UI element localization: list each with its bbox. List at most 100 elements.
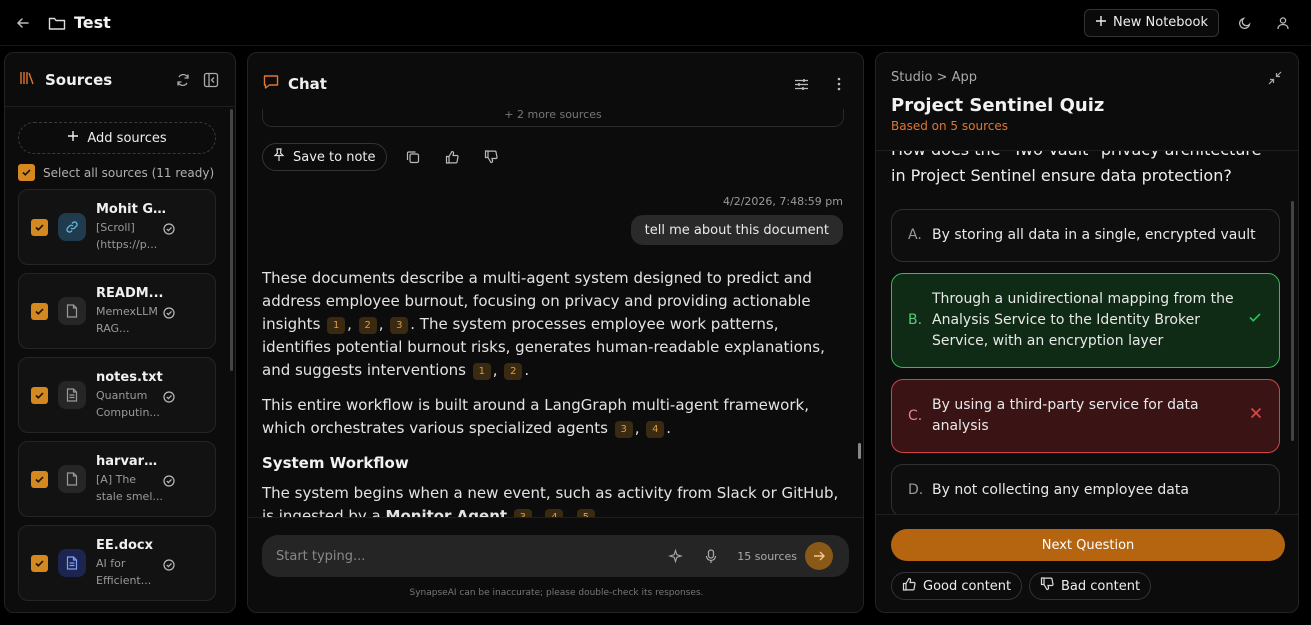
answer-paragraph: This entire workflow is built around a L…	[262, 396, 809, 438]
composer-area: 15 sources SynapseAI can be inaccurate; …	[248, 517, 863, 612]
sources-header: Sources	[5, 53, 235, 107]
doc-file-icon	[58, 549, 86, 577]
option-letter: C.	[908, 407, 923, 424]
new-notebook-label: New Notebook	[1113, 15, 1208, 30]
moon-icon[interactable]	[1235, 13, 1255, 33]
source-name: READM...	[96, 285, 164, 301]
source-checkbox[interactable]	[31, 218, 48, 236]
answer-option[interactable]: D. By not collecting any employee data	[891, 464, 1280, 514]
check-circle-icon	[163, 556, 175, 575]
source-item[interactable]: READM... MemexLLM RAG...	[18, 273, 216, 349]
citation-badge[interactable]: 1	[327, 317, 346, 334]
source-checkbox[interactable]	[31, 554, 48, 572]
thumbs-down-icon[interactable]	[481, 147, 501, 167]
chat-bubble-icon	[262, 73, 280, 95]
select-all-sources[interactable]: Select all sources (11 ready)	[18, 164, 235, 181]
plus-icon	[1095, 15, 1107, 31]
collapse-sidebar-icon[interactable]	[201, 70, 221, 90]
pin-icon	[273, 148, 285, 166]
source-name: harvard....	[96, 453, 166, 469]
top-bar: Test New Notebook	[0, 0, 1311, 46]
bad-content-button[interactable]: Bad content	[1029, 572, 1152, 600]
minimize-icon[interactable]	[1268, 70, 1282, 89]
check-circle-icon	[163, 304, 175, 323]
thumbs-up-icon[interactable]	[442, 147, 462, 167]
select-all-checkbox[interactable]	[18, 164, 35, 181]
disclaimer-text: SynapseAI can be inaccurate; please doub…	[409, 588, 704, 598]
send-button[interactable]	[805, 542, 833, 570]
source-checkbox[interactable]	[31, 386, 48, 404]
thumbs-up-icon	[902, 577, 916, 595]
source-item[interactable]: Mohit G... [Scroll] (https://p...	[18, 189, 216, 265]
x-icon	[1249, 406, 1263, 427]
user-message-bubble: tell me about this document	[630, 215, 843, 245]
microphone-icon[interactable]	[701, 546, 721, 566]
copy-icon[interactable]	[403, 147, 423, 167]
citation-badge[interactable]: 2	[358, 317, 377, 334]
add-sources-button[interactable]: Add sources	[18, 122, 216, 154]
citation-badge[interactable]: 1	[472, 363, 491, 380]
source-item[interactable]: notes.txt Quantum Computin...	[18, 357, 216, 433]
studio-scrollbar[interactable]	[1291, 201, 1294, 441]
answer-option-correct[interactable]: B. Through a unidirectional mapping from…	[891, 273, 1280, 368]
source-name: EE.docx	[96, 537, 154, 553]
quiz-question: How does the "Two-Vault" privacy archite…	[891, 151, 1261, 185]
user-icon[interactable]	[1273, 13, 1293, 33]
quiz-title: Project Sentinel Quiz	[891, 95, 1105, 116]
option-letter: A.	[908, 227, 922, 243]
option-letter: D.	[908, 482, 924, 498]
chat-input[interactable]	[276, 548, 666, 564]
back-arrow-icon[interactable]	[14, 14, 32, 32]
library-icon	[19, 70, 35, 89]
source-checkbox[interactable]	[31, 470, 48, 488]
source-preview: Quantum Computin...	[96, 388, 160, 419]
option-text: By storing all data in a single, encrypt…	[932, 227, 1256, 243]
option-letter: B.	[908, 312, 923, 328]
sparkle-icon[interactable]	[665, 546, 685, 566]
save-to-note-label: Save to note	[293, 149, 376, 165]
checkmark-icon	[1247, 309, 1263, 332]
answer-option[interactable]: A. By storing all data in a single, encr…	[891, 209, 1280, 262]
citation-badge[interactable]: 3	[614, 421, 633, 438]
studio-panel: Studio > App Project Sentinel Quiz Based…	[875, 52, 1299, 613]
source-count: 15 sources	[737, 549, 797, 563]
based-on-sources[interactable]: Based on 5 sources	[891, 119, 1008, 133]
message-timestamp: 4/2/2026, 7:48:59 pm	[723, 195, 843, 208]
answer-heading: System Workflow	[262, 454, 409, 472]
refresh-icon[interactable]	[173, 70, 193, 90]
sources-scrollbar[interactable]	[230, 109, 233, 371]
option-text: By using a third-party service for data …	[932, 397, 1199, 434]
good-content-button[interactable]: Good content	[891, 572, 1023, 600]
source-item[interactable]: EE.docx AI for Efficient...	[18, 525, 216, 601]
source-item[interactable]: harvard.... [A] The stale smel...	[18, 441, 216, 517]
chat-scrollbar[interactable]	[858, 443, 861, 459]
answer-option-wrong[interactable]: C. By using a third-party service for da…	[891, 379, 1280, 453]
more-vertical-icon[interactable]	[829, 74, 849, 94]
new-notebook-button[interactable]: New Notebook	[1084, 8, 1219, 37]
link-icon	[58, 213, 86, 241]
breadcrumb[interactable]: Studio > App	[891, 70, 977, 85]
source-name: notes.txt	[96, 369, 163, 385]
option-text: By not collecting any employee data	[932, 482, 1189, 498]
thumbs-down-icon	[1040, 577, 1054, 595]
citation-badge[interactable]: 2	[504, 363, 523, 380]
settings-sliders-icon[interactable]	[791, 74, 811, 94]
bad-content-label: Bad content	[1061, 578, 1141, 594]
quiz-footer: Next Question Good content Bad content	[876, 514, 1298, 612]
notebook-title: Test	[74, 13, 111, 32]
select-all-label: Select all sources (11 ready)	[43, 165, 215, 180]
citation-badge[interactable]: 4	[646, 421, 665, 438]
next-question-button[interactable]: Next Question	[891, 529, 1285, 561]
source-name: Mohit G...	[96, 201, 166, 217]
more-sources-link[interactable]: + 2 more sources	[262, 109, 844, 127]
citation-badge[interactable]: 3	[390, 317, 409, 334]
check-circle-icon	[163, 388, 175, 407]
source-checkbox[interactable]	[31, 302, 48, 320]
file-icon	[58, 297, 86, 325]
chat-composer: 15 sources	[262, 535, 849, 577]
add-sources-label: Add sources	[87, 130, 167, 146]
chat-panel: Chat + 2 more sources Save to note 4/2/2…	[247, 52, 864, 613]
chat-header: Chat	[248, 53, 863, 115]
option-text: Through a unidirectional mapping from th…	[932, 291, 1234, 349]
save-to-note-button[interactable]: Save to note	[262, 143, 387, 171]
